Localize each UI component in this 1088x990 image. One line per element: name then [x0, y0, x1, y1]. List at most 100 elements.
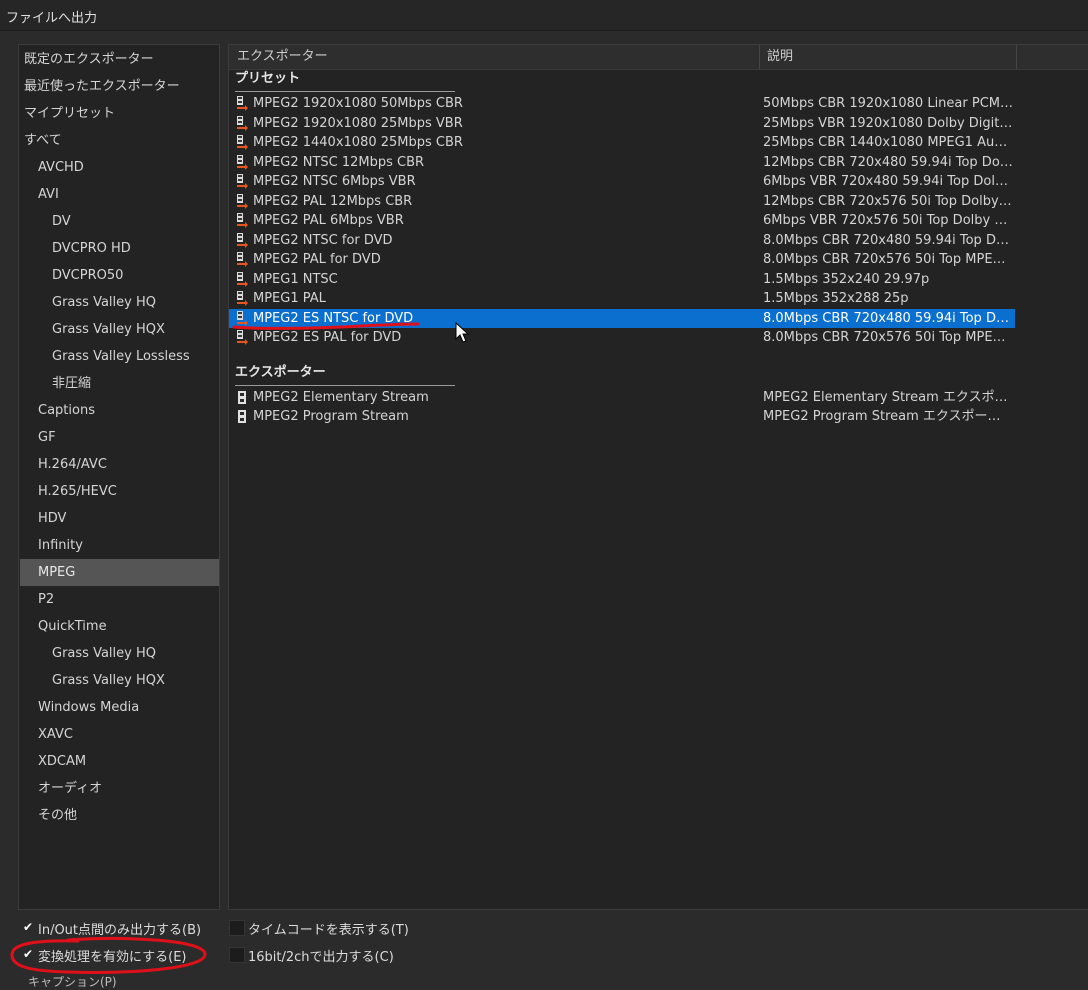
title-bar: ファイルへ出力 — [0, 0, 1088, 31]
row-name: MPEG2 1920x1080 25Mbps VBR — [253, 115, 463, 131]
row-name: MPEG2 PAL 12Mbps CBR — [253, 193, 413, 209]
row-description: 50Mbps CBR 1920x1080 Linear PCM 16bit... — [763, 96, 1013, 111]
row-description: 8.0Mbps CBR 720x480 59.94i Top Dolby D..… — [763, 310, 1013, 326]
list-row[interactable]: MPEG1 NTSC 1.5Mbps 352x240 29.97p — [229, 270, 1015, 289]
row-description: MPEG2 Program Stream エクスポータープラ... — [763, 409, 1013, 424]
list-row[interactable]: MPEG1 PAL 1.5Mbps 352x288 25p — [229, 289, 1015, 308]
tree-item[interactable]: H.264/AVC — [20, 451, 219, 478]
tree-item[interactable]: GF — [20, 424, 219, 451]
row-name: MPEG2 NTSC 6Mbps VBR — [253, 174, 416, 189]
tree-item[interactable]: QuickTime — [20, 613, 219, 640]
tree-item[interactable]: AVCHD — [20, 154, 219, 181]
tree-item-label: オーディオ — [38, 781, 103, 796]
tree-item-label: Grass Valley HQ — [52, 295, 156, 310]
red-underline-annotation — [232, 322, 420, 331]
preset-icon — [235, 135, 249, 150]
tree-item-label: P2 — [38, 592, 55, 607]
tree-item-label: H.264/AVC — [38, 457, 107, 472]
tree-item-label: AVI — [38, 187, 59, 202]
preset-icon — [235, 174, 249, 189]
tree-item[interactable]: Grass Valley Lossless — [20, 343, 219, 370]
row-name: MPEG2 1440x1080 25Mbps CBR — [253, 135, 463, 150]
tree-item-label: DV — [52, 214, 71, 229]
tree-item[interactable]: マイプリセット — [20, 100, 219, 127]
tree-item[interactable]: 非圧縮 — [20, 370, 219, 397]
row-description: 8.0Mbps CBR 720x480 59.94i Top Dolby D..… — [763, 232, 1013, 248]
exporter-list[interactable]: エクスポーター 説明 プリセット MPEG2 1920x1080 50Mbps C… — [228, 44, 1088, 910]
tree-item[interactable]: AVI — [20, 181, 219, 208]
row-description: 12Mbps CBR 720x576 50i Top Dolby Digit..… — [763, 193, 1013, 209]
tree-item-label: Grass Valley HQX — [52, 322, 165, 337]
column-header-exporter[interactable]: エクスポーター — [237, 45, 328, 69]
row-description: 6Mbps VBR 720x576 50i Top Dolby Digital.… — [763, 213, 1013, 228]
tree-item[interactable]: その他 — [20, 802, 219, 829]
row-description: 1.5Mbps 352x288 25p — [763, 291, 909, 306]
row-name: MPEG1 NTSC — [253, 271, 338, 287]
tree-item[interactable]: DVCPRO50 — [20, 262, 219, 289]
row-name: MPEG1 PAL — [253, 291, 326, 306]
list-row[interactable]: MPEG2 NTSC 6Mbps VBR 6Mbps VBR 720x480 59… — [229, 172, 1015, 191]
tree-item-label: DVCPRO50 — [52, 268, 124, 283]
group-header: エクスポーター — [235, 363, 455, 386]
row-name: MPEG2 PAL 6Mbps VBR — [253, 213, 404, 228]
tree-item[interactable]: すべて — [20, 127, 219, 154]
tree-item[interactable]: DV — [20, 208, 219, 235]
tree-item-label: HDV — [38, 511, 67, 526]
list-row[interactable]: MPEG2 NTSC for DVD 8.0Mbps CBR 720x480 59… — [229, 231, 1015, 250]
tree-item[interactable]: XDCAM — [20, 748, 219, 775]
category-tree[interactable]: 既定のエクスポーター最近使ったエクスポーター マイプリセットすべて AVCHD AVI… — [18, 44, 220, 910]
tree-item[interactable]: Windows Media — [20, 694, 219, 721]
tree-item-label: 最近使ったエクスポーター — [24, 79, 180, 94]
tree-item-label: XAVC — [38, 727, 73, 742]
tree-item-label: Grass Valley HQ — [52, 646, 156, 661]
tree-item-label: マイプリセット — [24, 106, 116, 121]
tree-item[interactable]: DVCPRO HD — [20, 235, 219, 262]
tree-item-label: Windows Media — [38, 700, 140, 715]
list-row[interactable]: MPEG2 PAL 6Mbps VBR 6Mbps VBR 720x576 50i… — [229, 211, 1015, 230]
tree-item[interactable]: H.265/HEVC — [20, 478, 219, 505]
mouse-cursor-icon — [455, 322, 470, 343]
tree-item-label: MPEG — [38, 565, 76, 580]
tree-item[interactable]: Grass Valley HQX — [20, 316, 219, 343]
timecode-checkbox[interactable] — [229, 920, 245, 936]
tree-item[interactable]: 最近使ったエクスポーター — [20, 73, 219, 100]
tree-item[interactable]: Grass Valley HQX — [20, 667, 219, 694]
tree-item[interactable]: Grass Valley HQ — [20, 640, 219, 667]
film-icon — [235, 390, 249, 405]
tree-item[interactable]: HDV — [20, 505, 219, 532]
preset-icon — [235, 252, 249, 267]
bit16-checkbox[interactable] — [229, 947, 245, 963]
preset-icon — [235, 96, 249, 111]
caption-label-partial[interactable]: キャプション(P) — [28, 973, 117, 990]
list-row[interactable]: MPEG2 PAL for DVD 8.0Mbps CBR 720x576 50i… — [229, 250, 1015, 269]
list-header: エクスポーター 説明 — [229, 45, 1088, 70]
inout-checkbox[interactable]: ✔ — [20, 920, 36, 936]
tree-item[interactable]: オーディオ — [20, 775, 219, 802]
list-row[interactable]: MPEG2 1440x1080 25Mbps CBR 25Mbps CBR 144… — [229, 133, 1015, 152]
tree-item[interactable]: Captions — [20, 397, 219, 424]
preset-icon — [235, 291, 249, 306]
column-separator[interactable] — [759, 45, 760, 69]
tree-item-label: 非圧縮 — [52, 376, 92, 391]
row-description: 25Mbps VBR 1920x1080 Dolby Digital (AC..… — [763, 115, 1013, 131]
column-header-description[interactable]: 説明 — [767, 45, 793, 69]
window-title: ファイルへ出力 — [6, 11, 98, 26]
column-separator[interactable] — [1016, 45, 1017, 69]
timecode-label: タイムコードを表示する(T) — [248, 923, 409, 938]
list-row[interactable]: MPEG2 Program Stream MPEG2 Program Stream… — [229, 407, 1015, 426]
tree-item[interactable]: Grass Valley HQ — [20, 289, 219, 316]
row-name: MPEG2 PAL for DVD — [253, 252, 381, 267]
tree-item[interactable]: P2 — [20, 586, 219, 613]
tree-item[interactable]: Infinity — [20, 532, 219, 559]
tree-item-label: Infinity — [38, 538, 83, 553]
tree-item[interactable]: 既定のエクスポーター — [20, 46, 219, 73]
tree-item[interactable]: XAVC — [20, 721, 219, 748]
list-row[interactable]: MPEG2 1920x1080 50Mbps CBR 50Mbps CBR 192… — [229, 94, 1015, 113]
list-row[interactable]: MPEG2 1920x1080 25Mbps VBR 25Mbps VBR 192… — [229, 114, 1015, 133]
list-row[interactable]: MPEG2 PAL 12Mbps CBR 12Mbps CBR 720x576 5… — [229, 192, 1015, 211]
tree-item[interactable]: MPEG — [20, 559, 219, 586]
list-row[interactable]: MPEG2 NTSC 12Mbps CBR 12Mbps CBR 720x480 … — [229, 153, 1015, 172]
tree-item-label: GF — [38, 430, 56, 445]
list-row[interactable]: MPEG2 Elementary Stream MPEG2 Elementary … — [229, 388, 1015, 407]
row-description: 12Mbps CBR 720x480 59.94i Top Dolby Di..… — [763, 154, 1013, 170]
